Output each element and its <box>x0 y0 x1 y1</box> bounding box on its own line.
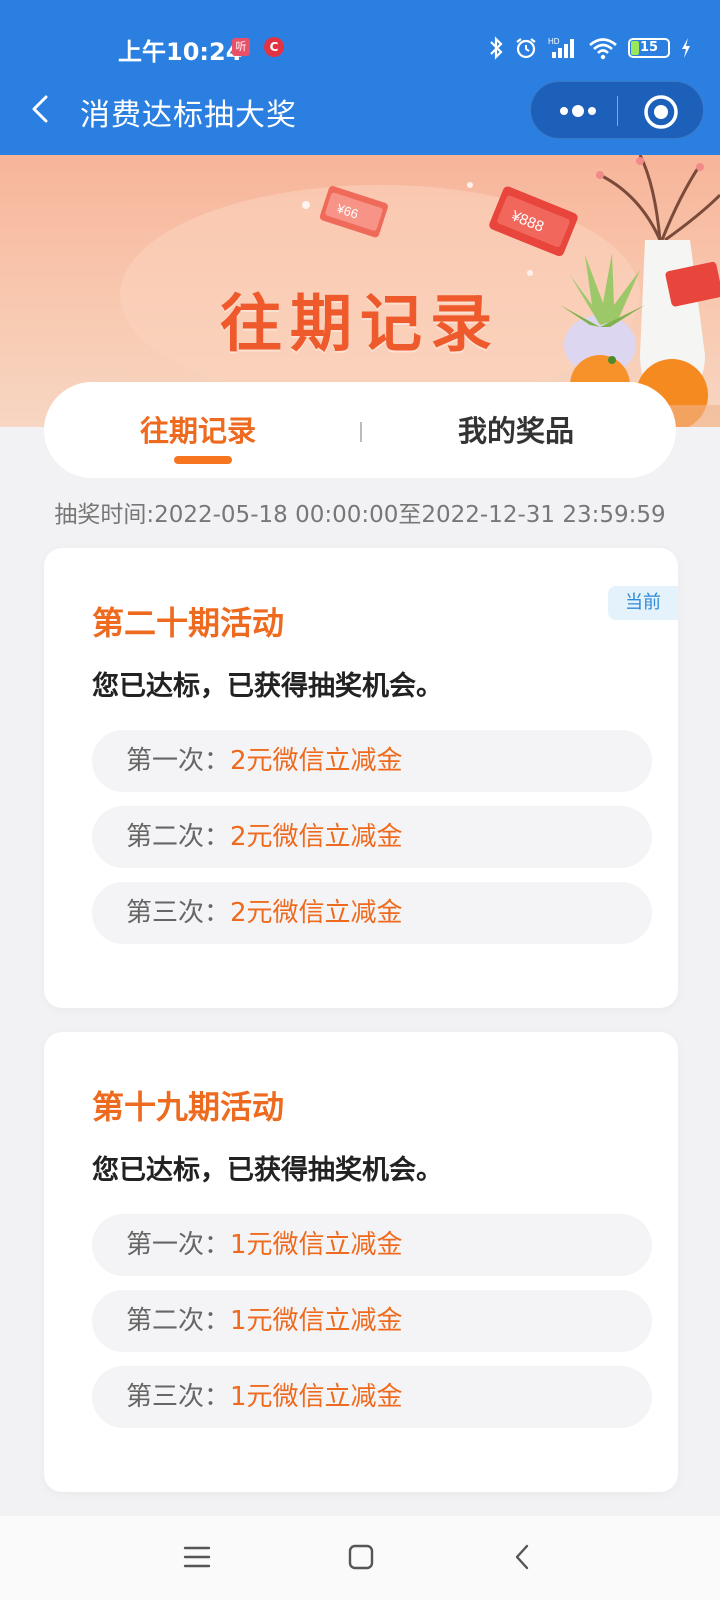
back-arrow-icon[interactable] <box>26 94 56 124</box>
draw-label: 第二次： <box>126 1306 231 1336</box>
top-bar: 上午10:24 听 C HD 15 消费达标抽大奖 <box>0 0 720 155</box>
draw-label: 第三次： <box>126 898 231 928</box>
draw-result-row: 第三次：1元微信立减金 <box>92 1366 652 1428</box>
draw-label: 第三次： <box>126 1382 231 1412</box>
home-icon[interactable] <box>346 1540 376 1574</box>
banner-title: 往期记录 <box>219 287 500 360</box>
more-dots-icon[interactable] <box>553 88 603 134</box>
miniprogram-capsule <box>530 81 704 139</box>
svg-text:HD: HD <box>548 37 560 46</box>
period-status: 您已达标，已获得抽奖机会。 <box>92 671 443 702</box>
capsule-divider <box>617 96 618 126</box>
period-title: 第二十期活动 <box>92 604 285 642</box>
draw-label: 第一次： <box>126 746 231 776</box>
system-navigation-bar <box>0 1516 720 1600</box>
draw-prize: 1元微信立减金 <box>230 1306 403 1336</box>
status-bar: 上午10:24 听 C HD 15 <box>0 28 720 68</box>
draw-prize: 1元微信立减金 <box>230 1230 403 1260</box>
draw-result-row: 第二次：2元微信立减金 <box>92 806 652 868</box>
signal-icon: HD <box>548 37 574 58</box>
tab-my-prizes[interactable]: 我的奖品 <box>458 408 574 450</box>
draw-label: 第一次： <box>126 1230 231 1260</box>
draw-prize: 2元微信立减金 <box>230 898 403 928</box>
period-title: 第十九期活动 <box>92 1088 285 1126</box>
tab-past-records[interactable]: 往期记录 <box>140 408 256 450</box>
status-time: 上午10:24 <box>118 38 243 66</box>
draw-result-row: 第一次：1元微信立减金 <box>92 1214 652 1276</box>
period-status: 您已达标，已获得抽奖机会。 <box>92 1155 443 1186</box>
bluetooth-icon <box>490 36 503 60</box>
close-miniprogram-icon[interactable] <box>641 92 681 132</box>
notification-icon-listen: 听 <box>232 38 250 56</box>
notification-icon-c: C <box>264 37 284 57</box>
charging-icon <box>682 38 690 58</box>
tab-divider <box>360 422 362 442</box>
draw-label: 第二次： <box>126 822 231 852</box>
draw-result-row: 第二次：1元微信立减金 <box>92 1290 652 1352</box>
tab-bar: 往期记录 我的奖品 <box>44 382 676 478</box>
draw-prize: 2元微信立减金 <box>230 746 403 776</box>
alarm-icon <box>516 38 536 59</box>
battery-icon: 15 <box>628 38 670 58</box>
back-icon[interactable] <box>508 1540 538 1574</box>
draw-prize: 2元微信立减金 <box>230 822 403 852</box>
status-icons: HD 15 <box>488 34 692 62</box>
draw-result-row: 第三次：2元微信立减金 <box>92 882 652 944</box>
period-card: 第二十期活动 当前 您已达标，已获得抽奖机会。 第一次：2元微信立减金 第二次：… <box>44 548 678 1008</box>
draw-result-row: 第一次：2元微信立减金 <box>92 730 652 792</box>
wifi-icon <box>589 38 617 60</box>
nav-bar: 消费达标抽大奖 <box>0 78 720 142</box>
active-tab-indicator <box>174 456 232 464</box>
draw-time-range: 抽奖时间:2022-05-18 00:00:00至2022-12-31 23:5… <box>54 502 666 528</box>
period-card: 第十九期活动 您已达标，已获得抽奖机会。 第一次：1元微信立减金 第二次：1元微… <box>44 1032 678 1492</box>
draw-prize: 1元微信立减金 <box>230 1382 403 1412</box>
page-title: 消费达标抽大奖 <box>80 98 297 133</box>
menu-icon[interactable] <box>182 1540 212 1574</box>
current-badge: 当前 <box>608 586 678 620</box>
battery-level: 15 <box>639 40 659 55</box>
